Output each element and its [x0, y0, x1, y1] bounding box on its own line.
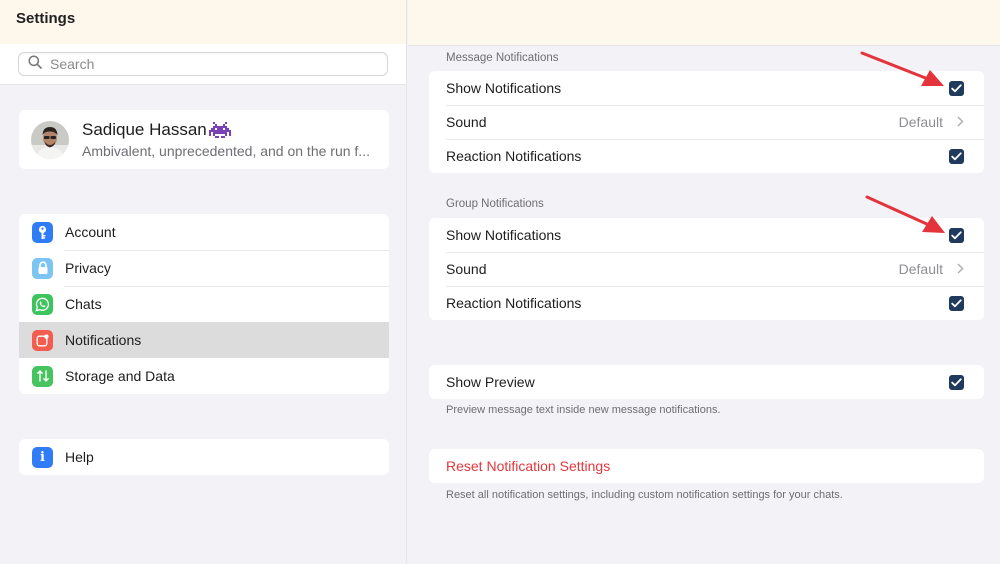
- reset-card: Reset Notification Settings: [429, 449, 984, 483]
- sidebar-item-help[interactable]: i Help: [19, 439, 389, 475]
- sidebar-item-storage[interactable]: Storage and Data: [19, 358, 389, 394]
- sidebar-item-label: Chats: [65, 296, 102, 312]
- sidebar-item-label: Notifications: [65, 332, 142, 348]
- sidebar: Settings Sadique Hassan: [0, 0, 407, 564]
- sidebar-item-label: Account: [65, 224, 116, 240]
- preview-footnote: Preview message text inside new message …: [446, 404, 721, 416]
- row-label: Show Preview: [446, 374, 535, 390]
- profile-card[interactable]: Sadique Hassan Ambivalent, unprecedented…: [19, 110, 389, 169]
- message-sound-row[interactable]: Sound Default: [429, 105, 984, 139]
- show-preview-checkbox[interactable]: [949, 374, 964, 390]
- whatsapp-icon: [32, 293, 53, 315]
- lock-icon: [32, 257, 53, 279]
- sidebar-item-notifications[interactable]: Notifications: [19, 322, 389, 358]
- profile-status: Ambivalent, unprecedented, and on the ru…: [82, 143, 370, 159]
- group-show-notifications-checkbox[interactable]: [949, 227, 964, 243]
- key-icon: [32, 221, 53, 243]
- search-input[interactable]: [50, 56, 370, 72]
- group-show-notifications-row[interactable]: Show Notifications: [429, 218, 984, 252]
- reset-notification-settings-button[interactable]: Reset Notification Settings: [429, 449, 984, 483]
- message-show-notifications-checkbox[interactable]: [949, 80, 964, 96]
- sidebar-item-privacy[interactable]: Privacy: [19, 250, 389, 286]
- row-label: Reaction Notifications: [446, 295, 582, 311]
- avatar: [31, 120, 69, 159]
- message-show-notifications-row[interactable]: Show Notifications: [429, 71, 984, 105]
- sound-value: Default: [898, 114, 943, 130]
- notification-icon: [32, 329, 53, 351]
- sidebar-titlebar: Settings: [0, 0, 406, 44]
- reset-footnote: Reset all notification settings, includi…: [446, 489, 843, 501]
- reset-label: Reset Notification Settings: [446, 458, 611, 474]
- group-notifications-card: Show Notifications Sound Default Reactio…: [429, 218, 984, 320]
- notifications-panel: Message Notifications Show Notifications…: [408, 0, 1000, 564]
- message-reaction-notifications-row[interactable]: Reaction Notifications: [429, 139, 984, 173]
- sidebar-item-account[interactable]: Account: [19, 214, 389, 250]
- show-preview-row[interactable]: Show Preview: [429, 365, 984, 399]
- settings-menu: Account Privacy Chats Notifications Stor…: [19, 214, 389, 394]
- info-icon: i: [32, 446, 53, 468]
- search-box[interactable]: [18, 52, 388, 76]
- search-area: [0, 44, 406, 85]
- section-header-message-notifications: Message Notifications: [446, 52, 559, 64]
- sound-value: Default: [898, 261, 943, 277]
- arrows-updown-icon: [32, 365, 53, 387]
- row-label: Show Notifications: [446, 227, 562, 243]
- help-menu: i Help: [19, 439, 389, 475]
- row-label: Reaction Notifications: [446, 148, 582, 164]
- row-label: Sound: [446, 114, 487, 130]
- message-reaction-notifications-checkbox[interactable]: [949, 148, 964, 164]
- page-title: Settings: [16, 10, 76, 27]
- chevron-right-icon: [957, 114, 967, 130]
- sidebar-item-label: Privacy: [65, 260, 111, 276]
- row-label: Show Notifications: [446, 80, 562, 96]
- preview-card: Show Preview: [429, 365, 984, 399]
- group-reaction-notifications-checkbox[interactable]: [949, 295, 964, 311]
- profile-name: Sadique Hassan: [82, 120, 207, 139]
- group-reaction-notifications-row[interactable]: Reaction Notifications: [429, 286, 984, 320]
- main-titlebar: [408, 0, 1000, 46]
- sidebar-item-label: Help: [65, 449, 94, 465]
- section-header-group-notifications: Group Notifications: [446, 198, 544, 210]
- chevron-right-icon: [957, 261, 967, 277]
- message-notifications-card: Show Notifications Sound Default Reactio…: [429, 71, 984, 173]
- group-sound-row[interactable]: Sound Default: [429, 252, 984, 286]
- sidebar-item-chats[interactable]: Chats: [19, 286, 389, 322]
- search-icon: [28, 54, 42, 74]
- row-label: Sound: [446, 261, 487, 277]
- sidebar-item-label: Storage and Data: [65, 368, 175, 384]
- alien-monster-emoji-icon: [208, 122, 231, 138]
